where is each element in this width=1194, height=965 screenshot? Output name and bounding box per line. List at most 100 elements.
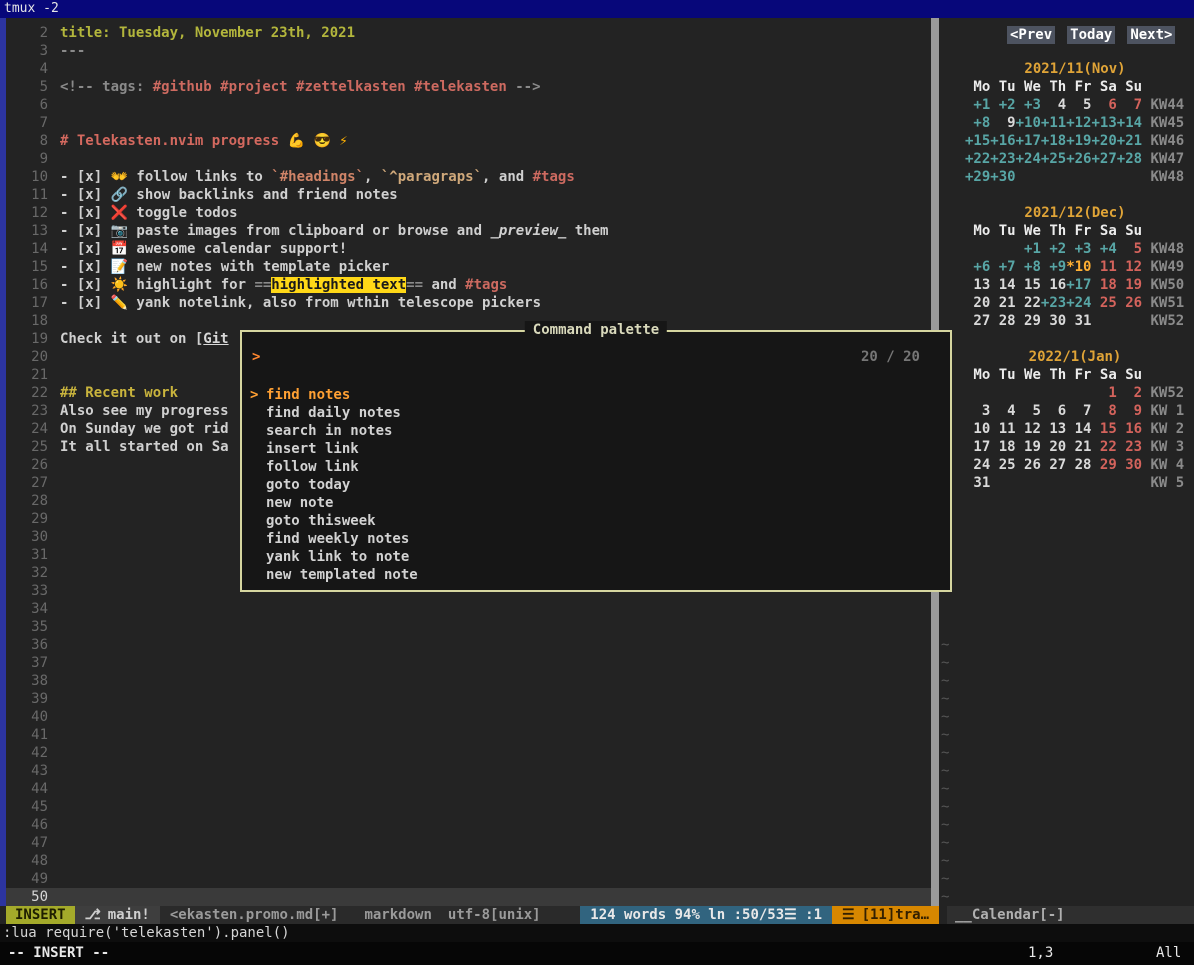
editor-line[interactable]: 9 — [6, 150, 931, 168]
calendar-day[interactable]: 28 — [1066, 457, 1091, 473]
calendar-day[interactable]: 5 — [1117, 241, 1142, 257]
calendar-day[interactable]: 16 — [1041, 277, 1066, 293]
calendar-day[interactable]: 26 — [1117, 295, 1142, 311]
calendar-day[interactable]: 15 — [1016, 277, 1041, 293]
calendar-day[interactable]: 11 — [1091, 259, 1116, 275]
calendar-day[interactable]: +8 — [965, 115, 990, 131]
calendar-day[interactable]: 5 — [1066, 97, 1091, 113]
editor-line[interactable]: 50 — [6, 888, 931, 906]
editor-line[interactable]: 11- [x] 🔗 show backlinks and friend note… — [6, 186, 931, 204]
editor-line[interactable]: 48 — [6, 852, 931, 870]
editor-line[interactable]: 17- [x] ✏️ yank notelink, also from wthi… — [6, 294, 931, 312]
calendar-day[interactable]: 14 — [1066, 421, 1091, 437]
calendar-day[interactable]: +18 — [1041, 133, 1066, 149]
editor-line[interactable]: 42 — [6, 744, 931, 762]
editor-line[interactable]: 40 — [6, 708, 931, 726]
calendar-day[interactable]: 28 — [990, 313, 1015, 329]
calendar-day[interactable]: +17 — [1016, 133, 1041, 149]
calendar-day[interactable]: 12 — [1117, 259, 1142, 275]
palette-item[interactable]: find weekly notes — [242, 530, 950, 548]
editor-line[interactable]: 5<!-- tags: #github #project #zettelkast… — [6, 78, 931, 96]
editor-line[interactable]: 36 — [6, 636, 931, 654]
calendar-day[interactable]: 7 — [1066, 403, 1091, 419]
calendar-day[interactable]: +27 — [1091, 151, 1116, 167]
editor-line[interactable]: 34 — [6, 600, 931, 618]
calendar-day[interactable]: +16 — [990, 133, 1015, 149]
editor-line[interactable]: 39 — [6, 690, 931, 708]
editor-line[interactable]: 15- [x] 📝 new notes with template picker — [6, 258, 931, 276]
calendar-day[interactable]: 30 — [1117, 457, 1142, 473]
calendar-day[interactable]: +25 — [1041, 151, 1066, 167]
calendar-day[interactable]: 10 — [965, 421, 990, 437]
calendar-day[interactable]: 16 — [1117, 421, 1142, 437]
calendar-day[interactable]: +23 — [1041, 295, 1066, 311]
editor-line[interactable]: 45 — [6, 798, 931, 816]
calendar-day[interactable]: +24 — [1016, 151, 1041, 167]
calendar-day[interactable]: +3 — [1016, 97, 1041, 113]
palette-item[interactable]: goto thisweek — [242, 512, 950, 530]
calendar-day[interactable]: 11 — [990, 421, 1015, 437]
editor-line[interactable]: 16- [x] ☀️ highlight for ==highlighted t… — [6, 276, 931, 294]
calendar-day[interactable]: 31 — [965, 475, 990, 491]
calendar-day[interactable]: +17 — [1066, 277, 1091, 293]
calendar-day[interactable]: 12 — [1016, 421, 1041, 437]
calendar-day[interactable]: +21 — [1117, 133, 1142, 149]
editor-line[interactable]: 43 — [6, 762, 931, 780]
palette-item[interactable]: follow link — [242, 458, 950, 476]
calendar-day[interactable]: 9 — [1117, 403, 1142, 419]
calendar-day[interactable]: 25 — [1091, 295, 1116, 311]
calendar-day[interactable]: 20 — [1041, 439, 1066, 455]
calendar-day[interactable]: 4 — [990, 403, 1015, 419]
editor-line[interactable]: 12- [x] ❌ toggle todos — [6, 204, 931, 222]
calendar-nav-today[interactable]: Today — [1067, 26, 1115, 44]
calendar-day[interactable]: 19 — [1016, 439, 1041, 455]
calendar-day[interactable]: 30 — [1041, 313, 1066, 329]
calendar-day[interactable]: +1 — [1016, 241, 1041, 257]
calendar-day[interactable]: 29 — [1016, 313, 1041, 329]
calendar-day[interactable]: +1 — [965, 97, 990, 113]
calendar-day[interactable]: 22 — [1016, 295, 1041, 311]
calendar-day[interactable]: +4 — [1091, 241, 1116, 257]
palette-item[interactable]: goto today — [242, 476, 950, 494]
calendar-day[interactable]: +10 — [1016, 115, 1041, 131]
palette-item[interactable]: insert link — [242, 440, 950, 458]
calendar-day[interactable]: +2 — [990, 97, 1015, 113]
editor-line[interactable]: 41 — [6, 726, 931, 744]
calendar-day[interactable]: +20 — [1091, 133, 1116, 149]
calendar-day[interactable]: +12 — [1066, 115, 1091, 131]
calendar-day[interactable]: 27 — [1041, 457, 1066, 473]
calendar-day[interactable]: 18 — [1091, 277, 1116, 293]
calendar-day[interactable]: 23 — [1117, 439, 1142, 455]
editor-line[interactable]: 18 — [6, 312, 931, 330]
editor-line[interactable]: 38 — [6, 672, 931, 690]
editor-line[interactable]: 4 — [6, 60, 931, 78]
calendar-day[interactable]: 31 — [1066, 313, 1091, 329]
editor-line[interactable]: 35 — [6, 618, 931, 636]
editor-line[interactable]: 6 — [6, 96, 931, 114]
calendar-day[interactable]: +28 — [1117, 151, 1142, 167]
palette-item[interactable]: >find notes — [242, 386, 950, 404]
calendar-day[interactable]: +14 — [1117, 115, 1142, 131]
editor-line[interactable]: 14- [x] 📅 awesome calendar support! — [6, 240, 931, 258]
calendar-day[interactable]: 21 — [990, 295, 1015, 311]
calendar-day[interactable]: 26 — [1016, 457, 1041, 473]
calendar-day[interactable]: 19 — [1117, 277, 1142, 293]
calendar-day[interactable]: 29 — [1091, 457, 1116, 473]
calendar-day[interactable]: 2 — [1117, 385, 1142, 401]
calendar-day[interactable]: +11 — [1041, 115, 1066, 131]
calendar-day[interactable]: +26 — [1066, 151, 1091, 167]
palette-item[interactable]: yank link to note — [242, 548, 950, 566]
calendar-day[interactable]: +3 — [1066, 241, 1091, 257]
calendar-day[interactable]: 17 — [965, 439, 990, 455]
calendar-day[interactable]: 22 — [1091, 439, 1116, 455]
calendar-day[interactable]: +6 — [965, 259, 990, 275]
editor-line[interactable]: 37 — [6, 654, 931, 672]
palette-item[interactable]: search in notes — [242, 422, 950, 440]
editor-line[interactable]: 46 — [6, 816, 931, 834]
editor-line[interactable]: 8# Telekasten.nvim progress 💪 😎 ⚡ — [6, 132, 931, 150]
link[interactable]: Git — [203, 331, 228, 347]
calendar-day[interactable]: 21 — [1066, 439, 1091, 455]
calendar-day[interactable]: 18 — [990, 439, 1015, 455]
calendar-day[interactable]: 14 — [990, 277, 1015, 293]
editor-line[interactable]: 3--- — [6, 42, 931, 60]
